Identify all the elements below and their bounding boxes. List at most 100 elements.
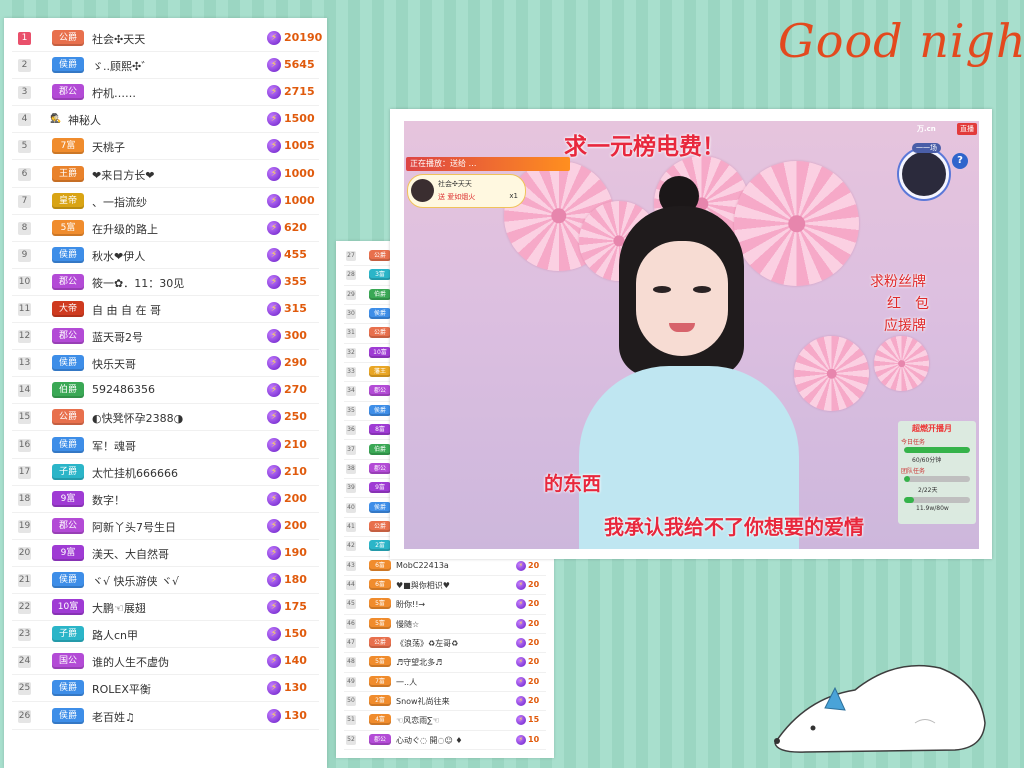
- ranking-row[interactable]: 2 侯爵 ゞ..顾熙✣゛ ⚡ 5645: [4, 52, 327, 80]
- ranking-row[interactable]: 16 侯爵 军！魂哥 ⚡ 210: [4, 432, 327, 459]
- user-name[interactable]: 《浪荡》♻左哥♻: [396, 638, 458, 649]
- task-mission-value: 11.9w/80w: [916, 505, 949, 512]
- contribution-amount: 20: [528, 657, 540, 667]
- ranking-row[interactable]: 45 5富 盼你!!→ ⚡ 20: [336, 595, 554, 615]
- user-name[interactable]: Snow礼尚往来: [396, 696, 450, 707]
- ranking-row[interactable]: 44 6富 ♥■與你相识♥ ⚡ 20: [336, 576, 554, 596]
- user-name[interactable]: 数字！: [92, 492, 125, 508]
- ranking-row[interactable]: 21 侯爵 ヾ√ 快乐游侠 ヾ√ ⚡ 180: [4, 567, 327, 595]
- noble-badge: 2富: [369, 695, 391, 707]
- user-name[interactable]: 快乐天哥: [92, 356, 136, 372]
- ranking-row[interactable]: 11 大帝自 由 自 在 哥 ⚡ 315: [4, 296, 327, 324]
- ranking-row[interactable]: 48 5富 ♬守望北多♬ ⚡ 20: [336, 653, 554, 673]
- ranking-panel-left: 1 公爵 社会✣天天 ⚡ 20190 2 侯爵 ゞ..顾熙✣゛ ⚡ 5645 3 郡公 柠机…… ⚡ 271…: [4, 18, 327, 768]
- ranking-row[interactable]: 50 2富 Snow礼尚往来 ⚡ 20: [336, 692, 554, 712]
- rank-number: 43: [346, 560, 356, 571]
- ranking-row[interactable]: 26 侯爵 老百姓♫ ⚡ 130: [4, 703, 327, 730]
- ranking-row[interactable]: 47 公爵 《浪荡》♻左哥♻ ⚡ 20: [336, 634, 554, 654]
- user-name[interactable]: 592486356: [92, 383, 155, 396]
- ranking-row[interactable]: 46 5富 慢随☆ ⚡ 20: [336, 615, 554, 634]
- noble-badge: 6富: [369, 559, 391, 571]
- user-name[interactable]: ゞ..顾熙✣゛: [92, 58, 152, 74]
- ranking-row[interactable]: 51 4富 ☜风恋雨∑☜ ⚡ 15: [336, 711, 554, 731]
- task-team-fill: [904, 476, 910, 482]
- user-name[interactable]: ❤来日方长❤: [92, 167, 154, 183]
- ranking-row[interactable]: 19 郡公 阿新丫头7号生日 ⚡ 200: [4, 513, 327, 540]
- ranking-row[interactable]: 9 侯爵 秋水❤伊人 ⚡ 455: [4, 242, 327, 269]
- user-name[interactable]: 谁的人生不虚伪: [92, 654, 169, 670]
- user-name[interactable]: 柠机……: [92, 85, 136, 101]
- user-name[interactable]: 大鹏☜展翅: [92, 600, 146, 616]
- ranking-row[interactable]: 43 6富 MobC22413a ⚡ 20: [336, 557, 554, 576]
- user-name[interactable]: 慢随☆: [396, 619, 419, 630]
- host-avatar[interactable]: [899, 149, 949, 199]
- user-name[interactable]: ♥■與你相识♥: [396, 580, 450, 591]
- noble-badge: 郡公: [52, 273, 84, 290]
- user-name[interactable]: 盼你!!→: [396, 599, 425, 610]
- ranking-row[interactable]: 8 5富 在升级的路上 ⚡ 620: [4, 215, 327, 242]
- ranking-row[interactable]: 3 郡公 柠机…… ⚡ 2715: [4, 79, 327, 107]
- user-name[interactable]: MobC22413a: [396, 561, 449, 570]
- ranking-row[interactable]: 17 子爵 太忙挂机666666 ⚡ 210: [4, 459, 327, 486]
- user-name[interactable]: ヾ√ 快乐游侠 ヾ√: [92, 573, 179, 589]
- ranking-row[interactable]: 13 侯爵 快乐天哥 ⚡ 290: [4, 350, 327, 378]
- ranking-row[interactable]: 1 公爵 社会✣天天 ⚡ 20190: [4, 25, 327, 53]
- contribution-amount: 270: [284, 383, 307, 397]
- task-today: 今日任务: [901, 439, 926, 446]
- help-icon[interactable]: ?: [952, 153, 968, 169]
- stream-video[interactable]: 万.cn 直播 求一元榜电费！ 正在播放：送给 … 社会✣天天 送 爱如烟火 x…: [404, 121, 979, 549]
- contribution-amount: 150: [284, 627, 307, 641]
- lightning-icon: ⚡: [516, 638, 526, 648]
- rank-number: 13: [18, 357, 31, 371]
- user-name[interactable]: 路人cn甲: [92, 627, 138, 643]
- user-name[interactable]: 筱一✿．11：30见: [92, 275, 184, 291]
- user-name[interactable]: 在升级的路上: [92, 221, 158, 237]
- noble-badge: 皇帝: [52, 192, 84, 209]
- user-name[interactable]: ◐快凳怀孕2388◑: [92, 410, 183, 426]
- user-name[interactable]: 自 由 自 在 哥: [92, 302, 161, 318]
- task-team-progress: [904, 476, 970, 482]
- user-name[interactable]: 老百姓♫: [92, 709, 135, 725]
- ranking-row[interactable]: 52 郡公 心动ぐ◌ 開◌☺ ♦ ⚡ 10: [336, 731, 554, 751]
- user-name[interactable]: ♬守望北多♬: [396, 657, 442, 668]
- ranking-row[interactable]: 12 郡公 蓝天哥2号 ⚡ 300: [4, 323, 327, 351]
- ranking-row[interactable]: 10 郡公 筱一✿．11：30见 ⚡ 355: [4, 269, 327, 296]
- user-name[interactable]: 一..人: [396, 677, 417, 688]
- side-text-red-packet: 红 包: [887, 296, 929, 312]
- user-name[interactable]: 阿新丫头7号生日: [92, 519, 176, 535]
- user-name[interactable]: ☜风恋雨∑☜: [396, 715, 440, 726]
- ranking-row[interactable]: 24 国公 谁的人生不虚伪 ⚡ 140: [4, 648, 327, 676]
- rank-number: 16: [18, 438, 31, 452]
- user-name[interactable]: 渼天、大自然哥: [92, 546, 169, 562]
- paper-fan-decoration: [794, 336, 869, 411]
- user-name[interactable]: 神秘人: [68, 112, 101, 128]
- contribution-amount: 20: [528, 579, 540, 589]
- ranking-row[interactable]: 20 9富 渼天、大自然哥 ⚡ 190: [4, 540, 327, 567]
- ranking-row[interactable]: 14 伯爵 592486356 ⚡ 270: [4, 377, 327, 405]
- user-name[interactable]: 军！魂哥: [92, 438, 136, 454]
- noble-badge: 侯爵: [369, 404, 391, 416]
- ranking-row[interactable]: 4 🕵 神秘人 ⚡ 1500: [4, 106, 327, 134]
- ranking-row[interactable]: 25 侯爵 ROLEX平衡 ⚡ 130: [4, 675, 327, 703]
- ranking-row[interactable]: 6 王爵 ❤来日方长❤ ⚡ 1000: [4, 161, 327, 188]
- task-team-value: 2/22天: [918, 487, 938, 494]
- rank-number: 52: [346, 734, 356, 745]
- user-name[interactable]: 社会✣天天: [92, 31, 145, 47]
- ranking-row[interactable]: 49 7富 一..人 ⚡ 20: [336, 673, 554, 692]
- user-name[interactable]: ROLEX平衡: [92, 681, 151, 697]
- contribution-amount: 455: [284, 247, 307, 261]
- ranking-row[interactable]: 18 9富 数字！ ⚡ 200: [4, 486, 327, 513]
- lightning-icon: ⚡: [516, 715, 526, 726]
- task-panel[interactable]: 超燃开播月 今日任务 60/60分钟 团队任务 2/22天 11.9w/80w: [898, 421, 976, 524]
- user-name[interactable]: 蓝天哥2号: [92, 329, 143, 345]
- ranking-row[interactable]: 23 子爵 路人cn甲 ⚡ 150: [4, 621, 327, 649]
- ranking-row[interactable]: 7 皇帝 、一指流纱 ⚡ 1000: [4, 188, 327, 215]
- user-name[interactable]: 太忙挂机666666: [92, 465, 178, 481]
- ranking-row[interactable]: 15 公爵 ◐快凳怀孕2388◑ ⚡ 250: [4, 404, 327, 432]
- user-name[interactable]: 天桃子: [92, 139, 125, 155]
- ranking-row[interactable]: 22 10富 大鹏☜展翅 ⚡ 175: [4, 594, 327, 622]
- user-name[interactable]: 心动ぐ◌ 開◌☺ ♦: [396, 735, 463, 746]
- user-name[interactable]: 秋水❤伊人: [92, 248, 145, 264]
- user-name[interactable]: 、一指流纱: [92, 194, 147, 210]
- ranking-row[interactable]: 5 7富 天桃子 ⚡ 1005: [4, 133, 327, 161]
